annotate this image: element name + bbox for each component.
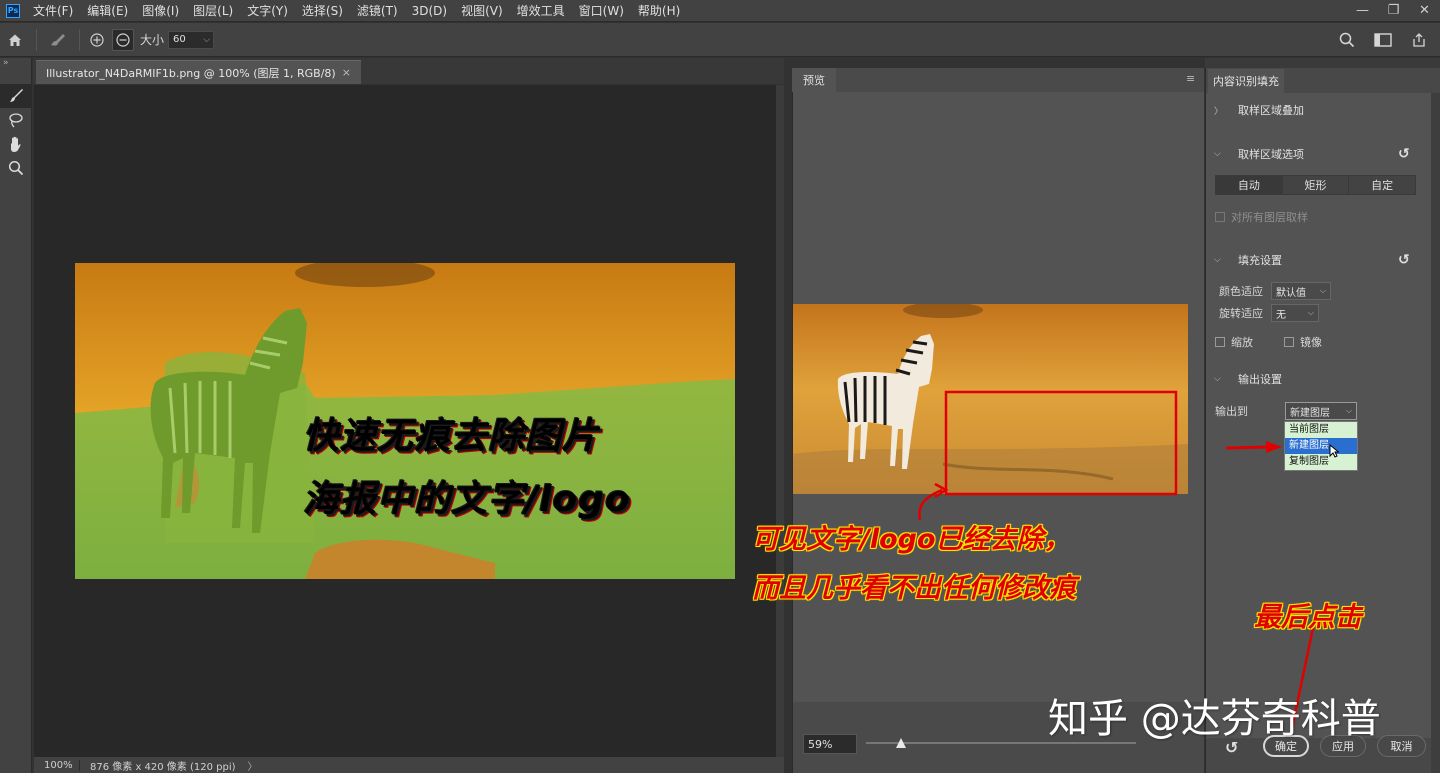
annotation-note-line-1: 可见文字/logo已经去除， xyxy=(752,524,1072,556)
annotation-arrow-left xyxy=(1225,445,1273,450)
annotation-click-hint: 最后点击 xyxy=(1254,602,1363,634)
watermark-text: 知乎 @达芬奇科普 xyxy=(1048,696,1381,742)
highlight-rectangle xyxy=(944,390,1178,496)
annotation-layer xyxy=(918,390,1315,729)
annotation-arrowhead xyxy=(1266,441,1282,453)
annotation-note-line-2: 而且几乎看不出任何修改痕 xyxy=(752,573,1077,605)
